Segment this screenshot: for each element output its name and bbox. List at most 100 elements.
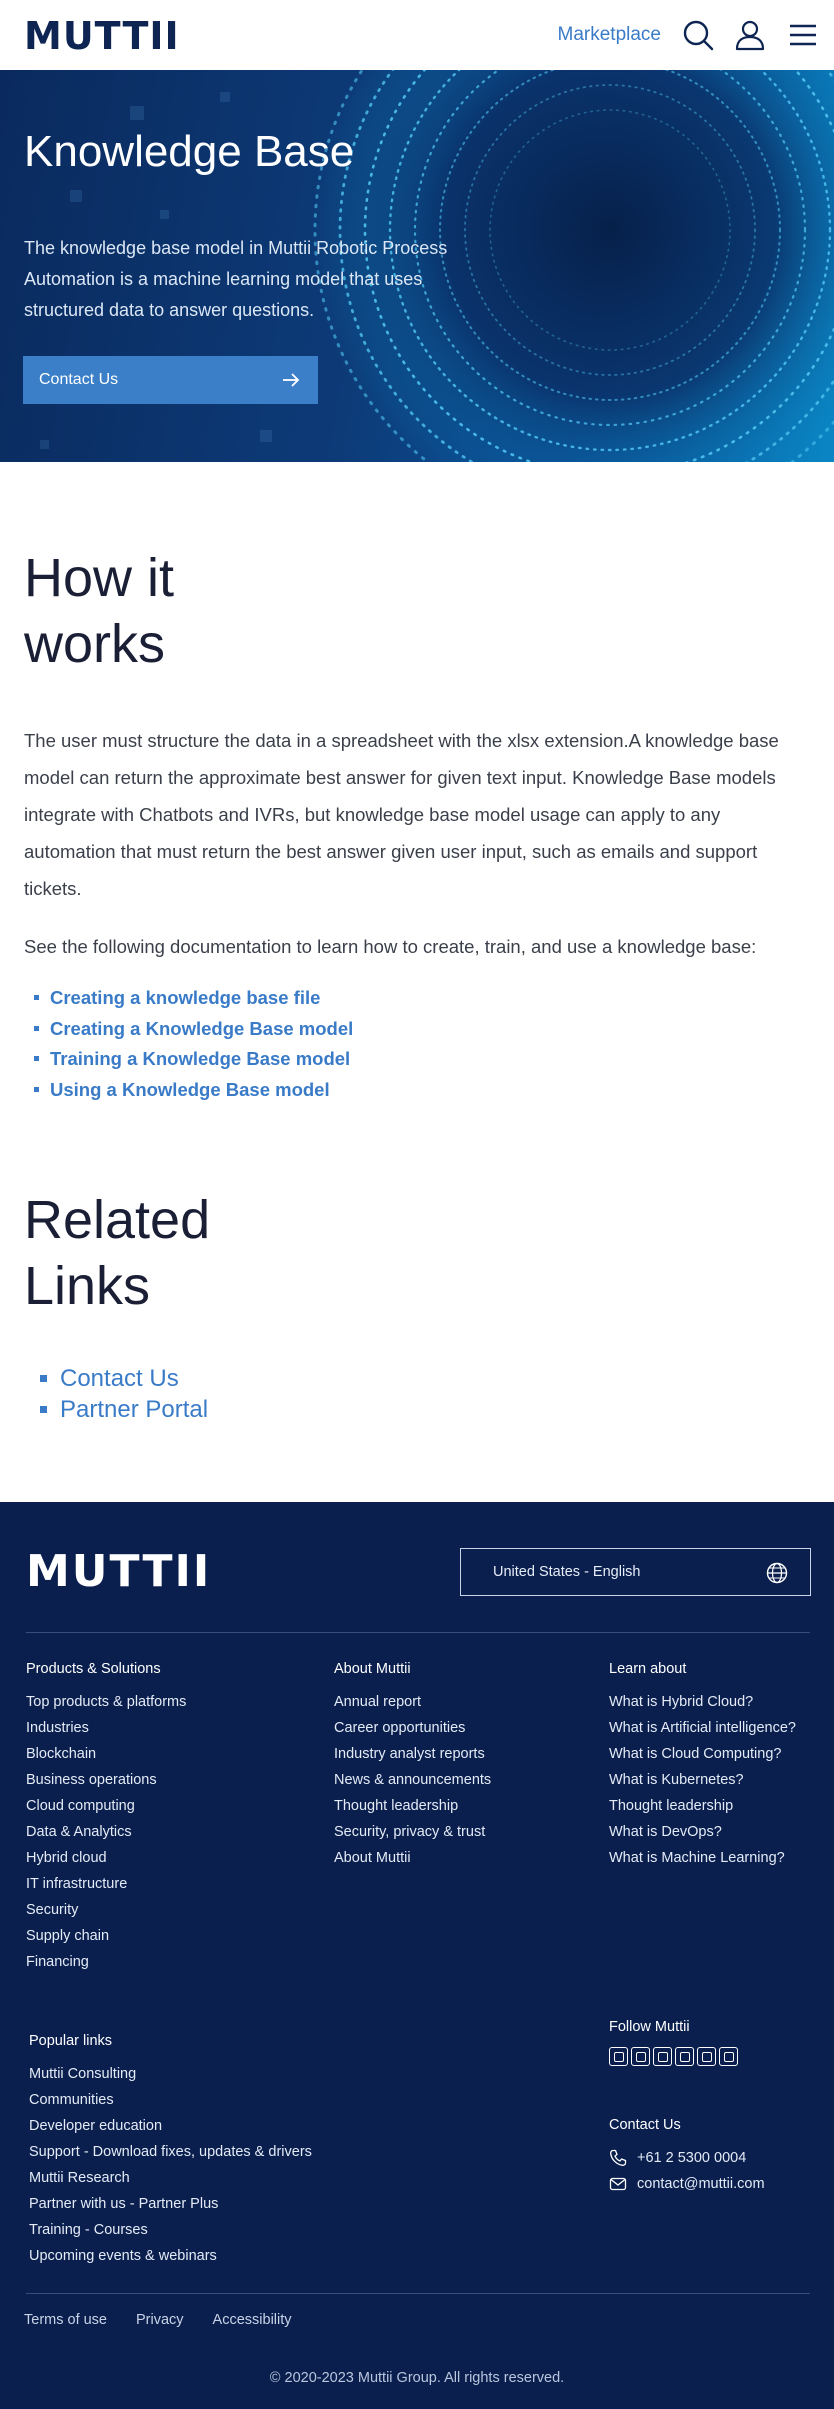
decor-square	[40, 440, 49, 449]
pinterest-icon[interactable]	[697, 2047, 716, 2066]
site-footer: MUTTII United States - English Products …	[0, 1502, 834, 2409]
linkedin-icon[interactable]	[609, 2047, 628, 2066]
footer-link[interactable]: IT infrastructure	[26, 1871, 186, 1897]
documentation-links: Creating a knowledge base file Creating …	[34, 983, 353, 1105]
footer-link[interactable]: Industry analyst reports	[334, 1741, 491, 1767]
column-heading: Learn about	[609, 1661, 687, 1677]
footer-link[interactable]: Developer education	[29, 2113, 312, 2139]
column-heading: About Muttii	[334, 1661, 411, 1677]
contact-us-button[interactable]: Contact Us	[23, 356, 318, 404]
footer-link[interactable]: Data & Analytics	[26, 1819, 186, 1845]
column-heading: Follow Muttii	[609, 2019, 690, 2035]
footer-link[interactable]: Blockchain	[26, 1741, 186, 1767]
footer-link[interactable]: Muttii Research	[29, 2165, 312, 2191]
footer-link[interactable]: Communities	[29, 2087, 312, 2113]
marketplace-link[interactable]: Marketplace	[558, 24, 662, 46]
footer-link[interactable]: What is Hybrid Cloud?	[609, 1689, 796, 1715]
related-link-partner-portal[interactable]: Partner Portal	[60, 1396, 208, 1423]
footer-link[interactable]: What is Machine Learning?	[609, 1845, 796, 1871]
footer-link[interactable]: Cloud computing	[26, 1793, 186, 1819]
footer-link-list: Muttii Consulting Communities Developer ed…	[29, 2061, 312, 2269]
footer-link[interactable]: Business operations	[26, 1767, 186, 1793]
related-link-contact-us[interactable]: Contact Us	[60, 1365, 179, 1392]
column-heading: Contact Us	[609, 2117, 681, 2133]
doc-link[interactable]: Using a Knowledge Base model	[50, 1079, 330, 1100]
footer-link[interactable]: What is Kubernetes?	[609, 1767, 796, 1793]
footer-link[interactable]: Career opportunities	[334, 1715, 491, 1741]
footer-link[interactable]: News & announcements	[334, 1767, 491, 1793]
list-item: Using a Knowledge Base model	[34, 1075, 353, 1106]
phone-number: +61 2 5300 0004	[637, 2150, 747, 2166]
privacy-link[interactable]: Privacy	[136, 2312, 184, 2328]
list-item: Partner Portal	[40, 1394, 208, 1425]
footer-link[interactable]: What is DevOps?	[609, 1819, 796, 1845]
footer-link[interactable]: What is Artificial intelligence?	[609, 1715, 796, 1741]
user-icon[interactable]	[734, 19, 766, 51]
how-it-works-paragraph: The user must structure the data in a sp…	[24, 730, 779, 899]
footer-popular-column: Popular links Muttii Consulting Communiti…	[29, 2032, 312, 2269]
column-heading: Popular links	[29, 2033, 113, 2049]
instagram-icon[interactable]	[675, 2047, 694, 2066]
list-item: Creating a Knowledge Base model	[34, 1014, 353, 1045]
terms-link[interactable]: Terms of use	[24, 2312, 107, 2328]
footer-products-column: Products & Solutions Top products & plat…	[26, 1660, 186, 1975]
doc-link[interactable]: Training a Knowledge Base model	[50, 1048, 350, 1069]
brand-logo[interactable]: MUTTII	[24, 17, 180, 55]
language-selector[interactable]: United States - English	[460, 1548, 811, 1596]
footer-link[interactable]: Thought leadership	[334, 1793, 491, 1819]
doc-link[interactable]: Creating a Knowledge Base model	[50, 1018, 353, 1039]
decor-square	[130, 106, 144, 120]
footer-link[interactable]: Partner with us - Partner Plus	[29, 2191, 312, 2217]
footer-link[interactable]: Top products & platforms	[26, 1689, 186, 1715]
footer-divider	[26, 2293, 810, 2294]
decor-square	[70, 190, 82, 202]
hero-banner: Knowledge Base The knowledge base model …	[0, 70, 834, 462]
phone-icon	[610, 2149, 627, 2166]
footer-link[interactable]: Hybrid cloud	[26, 1845, 186, 1871]
footer-about-column: About Muttii Annual report Career opportu…	[334, 1660, 491, 1871]
footer-learn-column: Learn about What is Hybrid Cloud? What is…	[609, 1660, 796, 1871]
facebook-icon[interactable]	[631, 2047, 650, 2066]
list-item: Training a Knowledge Base model	[34, 1044, 353, 1075]
footer-follow-column: Follow Muttii	[609, 2018, 738, 2066]
footer-logo[interactable]: MUTTII	[26, 1550, 211, 1594]
footer-link[interactable]: Security	[26, 1897, 186, 1923]
footer-link[interactable]: Annual report	[334, 1689, 491, 1715]
decor-square	[160, 210, 169, 219]
footer-link[interactable]: Supply chain	[26, 1923, 186, 1949]
footer-link-list: Top products & platforms Industries Blockc…	[26, 1689, 186, 1975]
accessibility-link[interactable]: Accessibility	[213, 2312, 292, 2328]
footer-link[interactable]: Industries	[26, 1715, 186, 1741]
phone-contact[interactable]: +61 2 5300 0004	[609, 2145, 765, 2171]
menu-icon[interactable]	[786, 19, 818, 51]
list-item: Creating a knowledge base file	[34, 983, 353, 1014]
globe-icon	[766, 1562, 788, 1584]
footer-link[interactable]: Upcoming events & webinars	[29, 2243, 312, 2269]
hero-description: The knowledge base model in Muttii Robot…	[24, 238, 448, 320]
footer-link[interactable]: Financing	[26, 1949, 186, 1975]
site-header: MUTTII Marketplace	[0, 0, 834, 70]
related-links-heading: Related Links	[24, 1190, 211, 1316]
footer-link[interactable]: About Muttii	[334, 1845, 491, 1871]
documentation-intro: See the following documentation to learn…	[24, 936, 757, 957]
footer-link[interactable]: Security, privacy & trust	[334, 1819, 491, 1845]
decor-square	[220, 92, 230, 102]
footer-link-list: What is Hybrid Cloud? What is Artificial …	[609, 1689, 796, 1871]
footer-link[interactable]: Muttii Consulting	[29, 2061, 312, 2087]
twitter-icon[interactable]	[653, 2047, 672, 2066]
footer-link[interactable]: Support - Download fixes, updates & driv…	[29, 2139, 312, 2165]
footer-link[interactable]: Training - Courses	[29, 2217, 312, 2243]
search-icon[interactable]	[682, 19, 714, 51]
language-label: United States - English	[493, 1564, 641, 1580]
footer-divider	[26, 1632, 810, 1633]
email-contact[interactable]: contact@muttii.com	[609, 2171, 765, 2197]
email-address: contact@muttii.com	[637, 2176, 765, 2192]
doc-link[interactable]: Creating a knowledge base file	[50, 987, 320, 1008]
page-title: Knowledge Base	[24, 127, 355, 176]
footer-link[interactable]: What is Cloud Computing?	[609, 1741, 796, 1767]
how-it-works-heading: How it works	[24, 548, 175, 674]
footer-link[interactable]: Thought leadership	[609, 1793, 796, 1819]
social-icons	[609, 2047, 738, 2066]
camera-icon[interactable]	[719, 2047, 738, 2066]
copyright: © 2020-2023 Muttii Group. All rights res…	[269, 2370, 565, 2386]
